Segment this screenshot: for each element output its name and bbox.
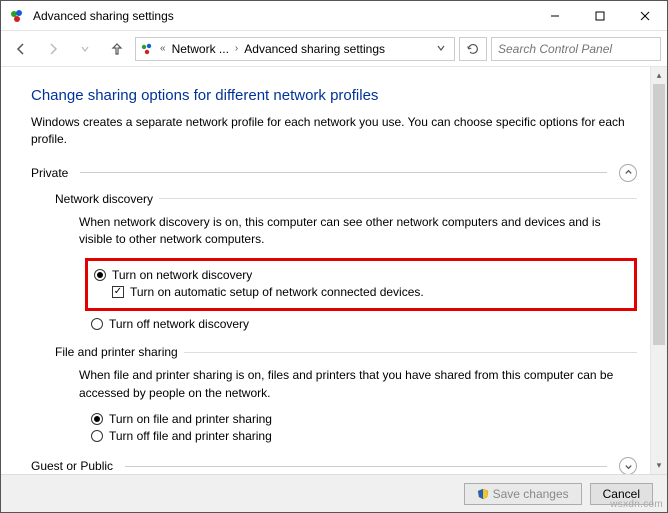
divider <box>159 198 637 199</box>
sub-header: File and printer sharing <box>55 345 637 359</box>
network-icon <box>140 42 154 56</box>
checkbox-auto-setup[interactable]: ✓ Turn on automatic setup of network con… <box>112 285 628 299</box>
radio-icon <box>94 269 106 281</box>
sub-title: Network discovery <box>55 192 153 206</box>
scroll-up-icon[interactable]: ▴ <box>651 67 667 84</box>
checkbox-icon: ✓ <box>112 286 124 298</box>
radio-label: Turn off file and printer sharing <box>109 429 272 443</box>
subsection-file-printer: File and printer sharing When file and p… <box>55 345 637 443</box>
maximize-button[interactable] <box>577 1 622 30</box>
expand-icon[interactable] <box>619 457 637 474</box>
address-dropdown[interactable] <box>432 42 450 56</box>
app-icon <box>9 8 25 24</box>
footer: Save changes Cancel <box>1 474 667 512</box>
scroll-thumb[interactable] <box>653 84 665 345</box>
collapse-icon[interactable] <box>619 164 637 182</box>
options-group: Turn on network discovery ✓ Turn on auto… <box>91 258 637 331</box>
highlight-box: Turn on network discovery ✓ Turn on auto… <box>85 258 637 311</box>
page-intro: Windows creates a separate network profi… <box>31 114 637 148</box>
save-changes-button[interactable]: Save changes <box>464 483 582 505</box>
sub-description: When network discovery is on, this compu… <box>79 214 637 249</box>
forward-button[interactable] <box>39 35 67 63</box>
toolbar: « Network ... › Advanced sharing setting… <box>1 31 667 67</box>
divider <box>184 352 637 353</box>
radio-label: Turn off network discovery <box>109 317 249 331</box>
section-label: Private <box>31 166 68 180</box>
section-label: Guest or Public <box>31 459 113 473</box>
radio-icon <box>91 430 103 442</box>
breadcrumb-item[interactable]: Advanced sharing settings <box>244 42 385 56</box>
radio-off-network-discovery[interactable]: Turn off network discovery <box>91 317 637 331</box>
scroll-down-icon[interactable]: ▾ <box>651 457 667 474</box>
breadcrumb-item[interactable]: Network ... <box>172 42 229 56</box>
radio-on-file-printer[interactable]: Turn on file and printer sharing <box>91 412 637 426</box>
options-group: Turn on file and printer sharing Turn of… <box>91 412 637 443</box>
address-bar[interactable]: « Network ... › Advanced sharing setting… <box>135 37 455 61</box>
button-label: Save changes <box>493 487 569 501</box>
radio-label: Turn on network discovery <box>112 268 252 282</box>
radio-icon <box>91 318 103 330</box>
checkbox-label: Turn on automatic setup of network conne… <box>130 285 424 299</box>
minimize-button[interactable] <box>532 1 577 30</box>
divider <box>80 172 607 173</box>
back-button[interactable] <box>7 35 35 63</box>
subsection-network-discovery: Network discovery When network discovery… <box>55 192 637 332</box>
content-area: Change sharing options for different net… <box>1 67 667 474</box>
title-bar: Advanced sharing settings <box>1 1 667 31</box>
section-private: Private Network discovery When network d… <box>31 164 637 444</box>
divider <box>125 466 607 467</box>
up-button[interactable] <box>103 35 131 63</box>
sub-header: Network discovery <box>55 192 637 206</box>
close-button[interactable] <box>622 1 667 30</box>
section-guest: Guest or Public <box>31 457 637 474</box>
vertical-scrollbar[interactable]: ▴ ▾ <box>650 67 667 474</box>
watermark: wsxdn.com <box>610 499 663 510</box>
sub-description: When file and printer sharing is on, fil… <box>79 367 637 402</box>
radio-on-network-discovery[interactable]: Turn on network discovery <box>94 268 628 282</box>
radio-off-file-printer[interactable]: Turn off file and printer sharing <box>91 429 637 443</box>
section-header-guest[interactable]: Guest or Public <box>31 457 637 474</box>
section-header-private[interactable]: Private <box>31 164 637 182</box>
chevron-icon: « <box>158 43 168 54</box>
radio-label: Turn on file and printer sharing <box>109 412 272 426</box>
refresh-button[interactable] <box>459 37 487 61</box>
scroll-track[interactable] <box>651 84 667 457</box>
page-heading: Change sharing options for different net… <box>31 87 637 104</box>
chevron-right-icon: › <box>233 43 240 54</box>
shield-icon <box>477 488 489 500</box>
search-input[interactable] <box>491 37 661 61</box>
radio-icon <box>91 413 103 425</box>
recent-dropdown[interactable] <box>71 35 99 63</box>
window-controls <box>532 1 667 30</box>
window-title: Advanced sharing settings <box>33 9 532 23</box>
sub-title: File and printer sharing <box>55 345 178 359</box>
